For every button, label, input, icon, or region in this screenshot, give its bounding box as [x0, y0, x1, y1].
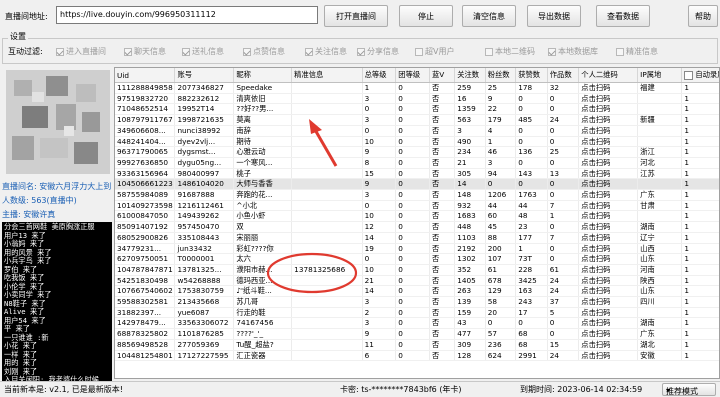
version-status: 当前新本是: v2.1, 已是最新版本! — [4, 385, 123, 394]
chevron-down-icon: ▾ — [666, 386, 671, 395]
mode-select[interactable]: 推荐模式 ▾ — [662, 383, 716, 396]
expire-status: 到期时间: 2023-06-14 02:34:59 — [520, 385, 643, 394]
annotation-overlay — [266, 119, 358, 294]
red-circle-annotation — [266, 252, 358, 294]
card-status: 卡密: ts-********7843bf6 (年卡) — [340, 385, 462, 394]
red-arrow-annotation — [309, 119, 338, 167]
status-bar: 当前新本是: v2.1, 已是最新版本! 卡密: ts-********7843… — [0, 381, 720, 396]
